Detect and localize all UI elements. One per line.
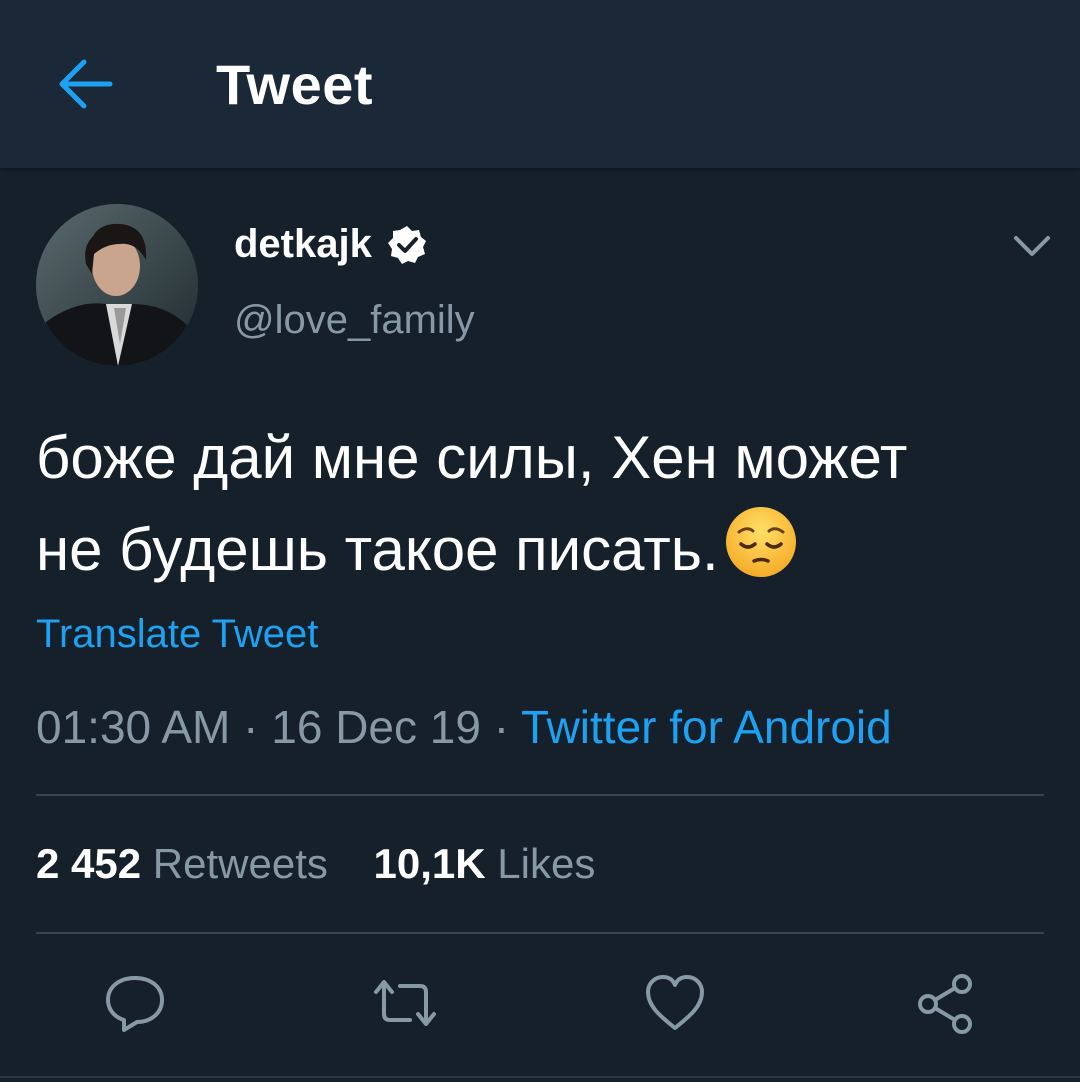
tweet-line-1: боже дай мне силы, Хен может bbox=[36, 424, 908, 491]
page-title: Tweet bbox=[216, 53, 374, 116]
divider bbox=[36, 794, 1044, 796]
chevron-down-icon bbox=[1014, 236, 1050, 256]
meta-separator: · bbox=[230, 701, 272, 753]
tweet-line-2: не будешь такое писать. bbox=[36, 504, 1046, 596]
verified-badge-icon bbox=[387, 225, 426, 264]
divider bbox=[0, 1076, 1080, 1078]
arrow-left-icon bbox=[59, 59, 113, 109]
meta-separator: · bbox=[480, 701, 522, 753]
likes-label: Likes bbox=[497, 840, 596, 887]
reply-icon bbox=[106, 976, 164, 1032]
tweet-text: боже дай мне силы, Хен может не будешь т… bbox=[36, 412, 1046, 596]
retweets-count: 2 452 bbox=[36, 840, 142, 887]
like-button[interactable] bbox=[640, 968, 710, 1038]
retweets-stat[interactable]: 2 452 Retweets bbox=[36, 840, 328, 888]
tweet-date: 16 Dec 19 bbox=[271, 701, 481, 753]
translate-tweet-link[interactable]: Translate Tweet bbox=[36, 612, 318, 657]
tweet-line-2-text: не будешь такое писать. bbox=[36, 516, 719, 583]
back-button[interactable] bbox=[52, 54, 116, 114]
divider bbox=[36, 932, 1044, 934]
tweet-stats: 2 452 Retweets 10,1K Likes bbox=[36, 840, 595, 888]
tweet-source-link[interactable]: Twitter for Android bbox=[521, 701, 892, 753]
profile-photo bbox=[36, 204, 198, 366]
likes-stat[interactable]: 10,1K Likes bbox=[374, 840, 596, 888]
display-name-text: detkajk bbox=[234, 222, 372, 266]
likes-count: 10,1K bbox=[373, 840, 486, 887]
retweet-button[interactable] bbox=[370, 968, 440, 1038]
top-app-bar: Tweet bbox=[0, 0, 1080, 168]
tweet-time: 01:30 AM bbox=[36, 701, 231, 753]
avatar[interactable] bbox=[36, 204, 198, 366]
user-handle[interactable]: @love_family bbox=[234, 298, 475, 343]
reply-button[interactable] bbox=[100, 968, 170, 1038]
share-icon bbox=[918, 974, 972, 1034]
retweet-icon bbox=[374, 980, 436, 1026]
like-icon bbox=[646, 975, 704, 1030]
retweets-label: Retweets bbox=[152, 840, 328, 887]
share-button[interactable] bbox=[910, 968, 980, 1038]
pensive-face-emoji-icon bbox=[725, 507, 796, 577]
tweet-options-button[interactable] bbox=[1010, 230, 1054, 262]
display-name[interactable]: detkajk bbox=[234, 222, 428, 267]
tweet-metadata: 01:30 AM · 16 Dec 19 · Twitter for Andro… bbox=[36, 700, 892, 754]
